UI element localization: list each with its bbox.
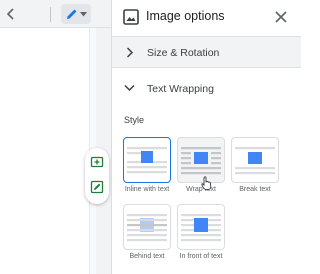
chevron-right-icon (126, 47, 134, 58)
front-layout-icon (181, 214, 221, 242)
panel-title: Image options (146, 9, 225, 23)
document-page[interactable] (0, 28, 90, 274)
add-comment-icon[interactable] (90, 156, 104, 170)
toolbar-divider (50, 7, 51, 22)
image-icon (123, 9, 139, 25)
hand-cursor-icon (201, 176, 212, 190)
option-label: Behind text (129, 253, 165, 260)
chevron-down-icon (124, 84, 135, 92)
doc-toolbar (0, 0, 111, 28)
inline-layout-icon (127, 147, 167, 174)
image-options-panel: Image options Size & Rotation Text Wrapp… (111, 0, 301, 274)
pencil-icon (67, 9, 77, 19)
option-label: Inline with text (124, 186, 170, 193)
panel-header: Image options (112, 0, 301, 34)
size-rotation-section[interactable]: Size & Rotation (112, 36, 301, 68)
size-rotation-label: Size & Rotation (147, 47, 220, 59)
caret-down-icon (80, 12, 87, 17)
option-label: Break text (239, 186, 271, 193)
text-wrapping-label: Text Wrapping (147, 83, 214, 95)
text-wrapping-section: Text Wrapping Style Inline with text Wra… (112, 70, 301, 274)
break-layout-icon (235, 147, 275, 175)
floating-toolbar (85, 148, 109, 204)
behind-layout-icon (127, 214, 167, 242)
option-label: In front of text (179, 253, 223, 260)
text-wrapping-header[interactable]: Text Wrapping (112, 70, 301, 108)
suggest-edit-icon[interactable] (90, 180, 104, 194)
wrap-layout-icon (181, 147, 221, 175)
close-icon[interactable] (274, 10, 288, 24)
style-label: Style (124, 115, 145, 125)
edit-mode-button[interactable] (61, 4, 91, 24)
chevron-left-icon[interactable] (6, 8, 16, 20)
document-area (0, 0, 111, 274)
